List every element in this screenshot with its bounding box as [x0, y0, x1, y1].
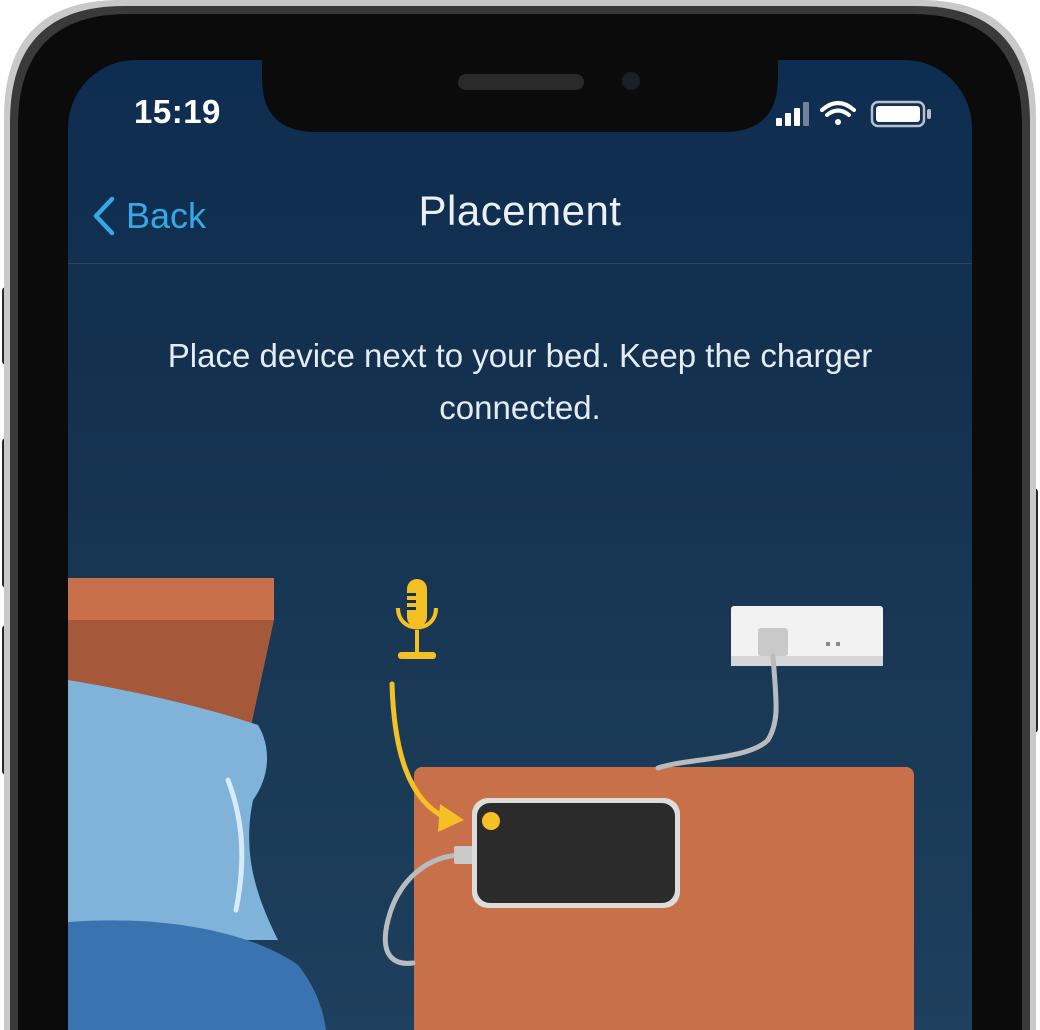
- device-indicator-light: [482, 812, 500, 830]
- sleep-device: [472, 798, 680, 908]
- speaker-grille: [458, 74, 584, 90]
- placement-instruction: Place device next to your bed. Keep the …: [167, 337, 873, 426]
- blanket: [68, 920, 326, 1030]
- charger-plug: [454, 846, 474, 864]
- charger-cable-outlet: [655, 653, 779, 771]
- app-screen: 15:19 Back Placement Place device next t…: [68, 60, 972, 1030]
- navigation-bar: Back Placement: [68, 175, 972, 264]
- phone-mockup: 15:19 Back Placement Place device next t…: [0, 0, 1040, 1030]
- wall-outlet: [731, 606, 883, 666]
- microphone-icon: [396, 579, 438, 659]
- front-camera: [622, 72, 640, 90]
- notch: [262, 58, 778, 132]
- page-title: Placement: [418, 187, 622, 234]
